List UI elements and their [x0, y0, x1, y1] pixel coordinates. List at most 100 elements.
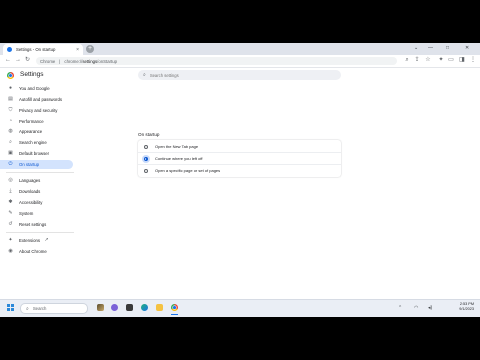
back-button[interactable]: ←	[5, 57, 11, 64]
tab-settings[interactable]: Settings - On startup ×	[3, 44, 83, 55]
sidebar-item-label: System	[19, 211, 34, 216]
clock[interactable]: 2:53 PM 9/1/2023	[459, 302, 474, 312]
sidebar-item-label: Reset settings	[19, 222, 47, 227]
sidebar-item-default-browser[interactable]: ▣ Default browser	[0, 149, 73, 158]
sidebar-item-you-and-google[interactable]: ● You and Google	[0, 84, 73, 93]
file-explorer-icon[interactable]	[156, 304, 163, 311]
windows-start-icon[interactable]	[7, 304, 14, 311]
sidebar-item-label: Accessibility	[19, 200, 43, 205]
startup-options-card: Open the New Tab page Continue where you…	[138, 140, 341, 177]
forward-button[interactable]: →	[15, 57, 21, 64]
search-icon: ⌕	[143, 72, 146, 78]
accessibility-icon: ✱	[8, 199, 13, 205]
menu-kebab-icon[interactable]: ⋮	[470, 57, 476, 63]
sidebar-item-label: Default browser	[19, 151, 50, 156]
settings-favicon-icon	[7, 47, 12, 52]
sidebar-item-extensions[interactable]: ✦ Extensions ↗	[0, 236, 73, 245]
sidebar-item-languages[interactable]: ◎ Languages	[0, 176, 73, 185]
radio-button[interactable]	[144, 168, 148, 173]
taskbar: ⌕ Search ⌃ ◠ ◂) 2:53 PM 9/1/2023	[0, 299, 480, 317]
person-icon: ●	[8, 85, 13, 91]
startup-option-specific-pages[interactable]: Open a specific page or set of pages	[138, 165, 341, 176]
sidebar-divider	[6, 232, 74, 233]
tab-strip: Settings - On startup × + ⌄ — □ ✕	[0, 43, 480, 55]
clock-date: 9/1/2023	[459, 307, 474, 311]
minimize-button[interactable]: —	[428, 45, 433, 51]
sidebar-item-downloads[interactable]: ⤓ Downloads	[0, 187, 73, 196]
sidebar-item-label: Search engine	[19, 140, 47, 145]
sidebar-item-label: On startup	[19, 162, 40, 167]
sidebar-item-appearance[interactable]: ◍ Appearance	[0, 127, 73, 136]
sidebar-item-autofill[interactable]: ▤ Autofill and passwords	[0, 95, 73, 104]
power-icon: ⏻	[8, 161, 13, 167]
widgets-icon[interactable]	[97, 304, 104, 311]
close-window-button[interactable]: ✕	[465, 45, 469, 51]
chrome-logo-icon	[7, 72, 14, 79]
active-app-indicator	[171, 314, 178, 315]
browser-window: Settings - On startup × + ⌄ — □ ✕ ← → ↻ …	[0, 43, 480, 316]
browser-icon: ▣	[8, 150, 13, 156]
tab-title: Settings - On startup	[16, 47, 56, 52]
sidebar-item-about-chrome[interactable]: ◉ About Chrome	[0, 247, 73, 256]
sidebar-item-accessibility[interactable]: ✱ Accessibility	[0, 198, 73, 207]
volume-icon[interactable]: ◂)	[428, 305, 432, 311]
chat-icon[interactable]	[111, 304, 118, 311]
wrench-icon: ✎	[8, 210, 13, 216]
option-label: Continue where you left off	[155, 156, 203, 161]
puzzle-icon: ✦	[8, 237, 13, 243]
sidebar-item-on-startup[interactable]: ⏻ On startup	[0, 160, 73, 169]
wifi-icon[interactable]: ◠	[414, 305, 418, 311]
site-chip[interactable]: Chrome	[40, 59, 55, 64]
zoom-icon[interactable]: ⌕	[404, 57, 410, 63]
sidebar-divider	[6, 172, 74, 173]
maximize-button[interactable]: □	[446, 45, 449, 51]
clipboard-key-icon: ▤	[8, 96, 13, 102]
globe-icon: ◎	[8, 177, 13, 183]
sidebar-item-reset-settings[interactable]: ↺ Reset settings	[0, 220, 73, 229]
tab-search-icon[interactable]: ⌄	[414, 45, 418, 51]
speedometer-icon: ◔	[8, 118, 13, 124]
sidebar-item-label: Privacy and security	[19, 108, 58, 113]
url-text: chrome://settings/onStartup	[64, 58, 117, 64]
task-view-icon[interactable]	[126, 304, 133, 311]
address-bar[interactable]: Chrome | chrome://settings/onStartup	[36, 57, 397, 65]
download-icon: ⤓	[9, 188, 12, 194]
search-settings-box[interactable]: ⌕	[138, 70, 341, 80]
startup-option-continue[interactable]: Continue where you left off	[138, 153, 341, 164]
sidebar-item-search-engine[interactable]: ⌕ Search engine	[0, 138, 73, 147]
settings-page: Settings ⌕ ● You and Google ▤ Autofill a…	[0, 68, 480, 316]
tab-close-icon[interactable]: ×	[76, 47, 79, 53]
sidebar-item-label: Performance	[19, 119, 44, 124]
reading-list-icon[interactable]: ▭	[448, 57, 454, 63]
search-icon: ⌕	[26, 305, 29, 312]
reload-button[interactable]: ↻	[25, 57, 30, 64]
bookmark-star-icon[interactable]: ☆	[425, 57, 431, 63]
edge-icon[interactable]	[141, 304, 148, 311]
radio-button[interactable]	[144, 144, 148, 149]
share-icon[interactable]: ⇪	[414, 57, 420, 63]
option-label: Open the New Tab page	[155, 144, 199, 149]
sidebar-item-label: Autofill and passwords	[19, 97, 62, 102]
side-panel-icon[interactable]: ◨	[459, 57, 465, 63]
search-icon: ⌕	[9, 139, 12, 145]
page-title: Settings	[20, 71, 44, 78]
sidebar-item-performance[interactable]: ◔ Performance	[0, 117, 73, 126]
extensions-icon[interactable]: ✦	[438, 57, 444, 63]
startup-option-new-tab[interactable]: Open the New Tab page	[138, 141, 341, 152]
section-title: On startup	[138, 132, 160, 137]
taskbar-search-label: Search	[32, 306, 47, 311]
sidebar-item-label: Extensions	[19, 238, 41, 243]
tray-overflow-icon[interactable]: ⌃	[398, 305, 402, 311]
new-tab-button[interactable]: +	[86, 45, 94, 53]
chrome-taskbar-icon[interactable]	[171, 304, 178, 311]
chrome-icon: ◉	[8, 248, 13, 254]
taskbar-search[interactable]: ⌕ Search	[20, 303, 88, 314]
sidebar-item-label: You and Google	[19, 86, 50, 91]
sidebar-item-label: Downloads	[19, 189, 41, 194]
radio-button-selected[interactable]	[144, 156, 148, 161]
palette-icon: ◍	[8, 128, 13, 134]
browser-toolbar: ← → ↻ Chrome | chrome://settings/onStart…	[0, 55, 480, 68]
search-input[interactable]	[149, 72, 330, 78]
sidebar-item-privacy[interactable]: ⛉ Privacy and security	[0, 106, 73, 115]
sidebar-item-system[interactable]: ✎ System	[0, 209, 73, 218]
